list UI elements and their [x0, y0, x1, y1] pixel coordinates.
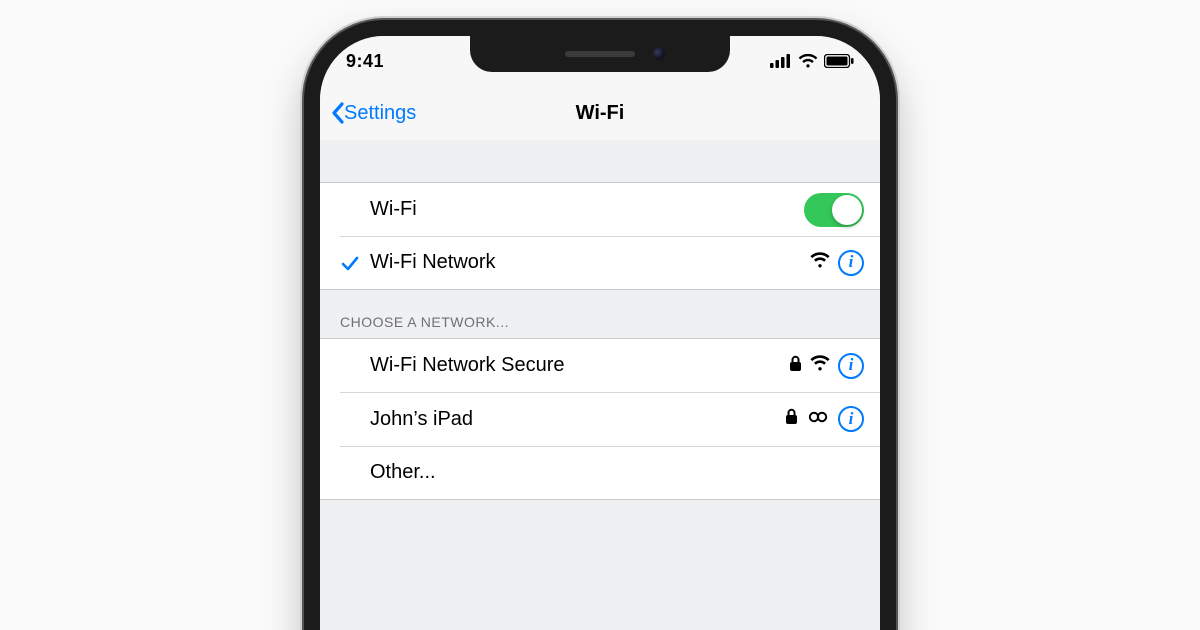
- wifi-signal-icon: [810, 355, 830, 376]
- checkmark-icon: [340, 253, 360, 273]
- status-time: 9:41: [346, 51, 384, 72]
- network-row[interactable]: John’s iPad i: [320, 392, 880, 446]
- cellular-signal-icon: [770, 54, 792, 68]
- settings-content: Wi-Fi Wi-Fi Network: [320, 140, 880, 630]
- wifi-toggle-row[interactable]: Wi-Fi: [320, 182, 880, 236]
- personal-hotspot-icon: [806, 410, 830, 429]
- lock-icon: [789, 355, 802, 377]
- info-button[interactable]: i: [838, 353, 864, 379]
- info-button[interactable]: i: [838, 406, 864, 432]
- lock-icon: [785, 408, 798, 430]
- other-network-row[interactable]: Other...: [320, 446, 880, 500]
- connected-network-row[interactable]: Wi-Fi Network i: [320, 236, 880, 290]
- network-name: John’s iPad: [370, 408, 785, 431]
- display-notch: [470, 36, 730, 72]
- iphone-frame: 9:41: [304, 20, 896, 630]
- other-label: Other...: [370, 461, 864, 484]
- navigation-bar: Settings Wi-Fi: [320, 86, 880, 141]
- network-row[interactable]: Wi-Fi Network Secure i: [320, 338, 880, 392]
- speaker-icon: [565, 51, 635, 57]
- connected-network-name: Wi-Fi Network: [370, 251, 810, 274]
- info-button[interactable]: i: [838, 250, 864, 276]
- wifi-switch[interactable]: [804, 193, 864, 227]
- choose-network-header: CHOOSE A NETWORK...: [320, 290, 880, 338]
- back-label: Settings: [344, 102, 416, 125]
- status-icons: [770, 54, 854, 68]
- network-name: Wi-Fi Network Secure: [370, 354, 789, 377]
- battery-icon: [824, 54, 854, 68]
- page-title: Wi-Fi: [576, 102, 625, 125]
- camera-icon: [653, 48, 665, 60]
- wifi-toggle-label: Wi-Fi: [370, 198, 804, 221]
- back-button[interactable]: Settings: [330, 86, 416, 140]
- switch-knob: [832, 195, 862, 225]
- wifi-status-icon: [798, 54, 818, 68]
- wifi-signal-icon: [810, 252, 830, 273]
